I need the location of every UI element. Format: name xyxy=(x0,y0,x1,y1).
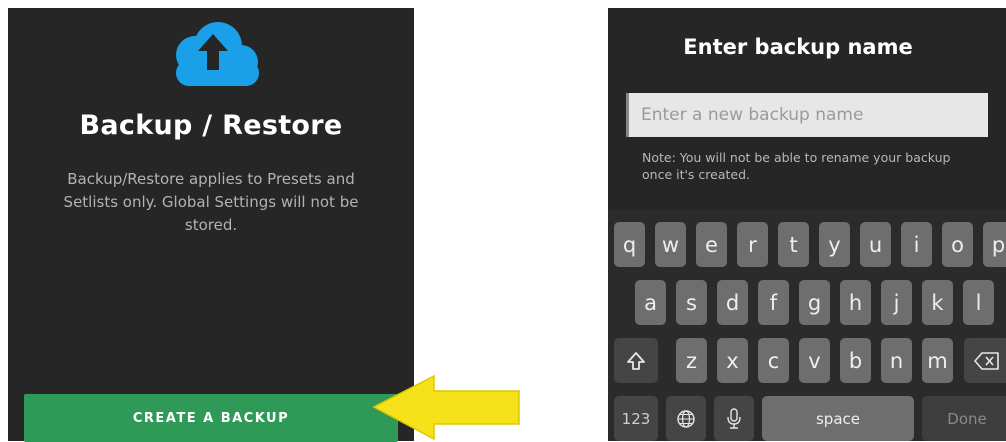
rename-note: Note: You will not be able to rename you… xyxy=(642,150,951,182)
key-k[interactable]: k xyxy=(922,280,953,325)
key-m[interactable]: m xyxy=(922,338,953,383)
key-d[interactable]: d xyxy=(717,280,748,325)
numbers-key[interactable]: 123 xyxy=(614,396,658,441)
key-l[interactable]: l xyxy=(963,280,994,325)
key-w[interactable]: w xyxy=(655,222,686,267)
backspace-icon xyxy=(974,351,999,370)
shift-key[interactable] xyxy=(614,338,658,383)
key-h[interactable]: h xyxy=(840,280,871,325)
key-x[interactable]: x xyxy=(717,338,748,383)
key-g[interactable]: g xyxy=(799,280,830,325)
key-q[interactable]: q xyxy=(614,222,645,267)
backup-restore-screen: Backup / Restore Backup/Restore applies … xyxy=(8,8,414,442)
key-n[interactable]: n xyxy=(881,338,912,383)
microphone-key[interactable] xyxy=(714,396,754,441)
key-y[interactable]: y xyxy=(819,222,850,267)
key-z[interactable]: z xyxy=(676,338,707,383)
backup-name-dialog: Enter backup name Note: You will not be … xyxy=(608,8,1006,441)
backup-name-input[interactable] xyxy=(626,93,988,137)
key-o[interactable]: o xyxy=(942,222,973,267)
on-screen-keyboard: q w e r t y u i o p a s d f g h j k l z … xyxy=(608,210,1006,441)
done-key[interactable]: Done xyxy=(922,396,1006,441)
key-e[interactable]: e xyxy=(696,222,727,267)
key-c[interactable]: c xyxy=(758,338,789,383)
key-u[interactable]: u xyxy=(860,222,891,267)
globe-icon xyxy=(677,409,695,428)
backspace-key[interactable] xyxy=(964,338,1006,383)
key-i[interactable]: i xyxy=(901,222,932,267)
page-title: Backup / Restore xyxy=(79,110,343,141)
globe-key[interactable] xyxy=(666,396,706,441)
key-b[interactable]: b xyxy=(840,338,871,383)
key-p[interactable]: p xyxy=(983,222,1006,267)
space-key[interactable]: space xyxy=(762,396,914,441)
cloud-upload-icon xyxy=(176,22,259,86)
key-v[interactable]: v xyxy=(799,338,830,383)
dialog-title: Enter backup name xyxy=(683,35,913,59)
arrow-left-icon xyxy=(372,374,520,441)
microphone-icon xyxy=(727,407,741,429)
key-a[interactable]: a xyxy=(635,280,666,325)
key-j[interactable]: j xyxy=(881,280,912,325)
key-s[interactable]: s xyxy=(676,280,707,325)
key-f[interactable]: f xyxy=(758,280,789,325)
shift-icon xyxy=(627,351,645,370)
key-r[interactable]: r xyxy=(737,222,768,267)
create-backup-button[interactable]: CREATE A BACKUP xyxy=(24,394,398,442)
description-text: Backup/Restore applies to Presets and Se… xyxy=(63,170,359,234)
key-t[interactable]: t xyxy=(778,222,809,267)
